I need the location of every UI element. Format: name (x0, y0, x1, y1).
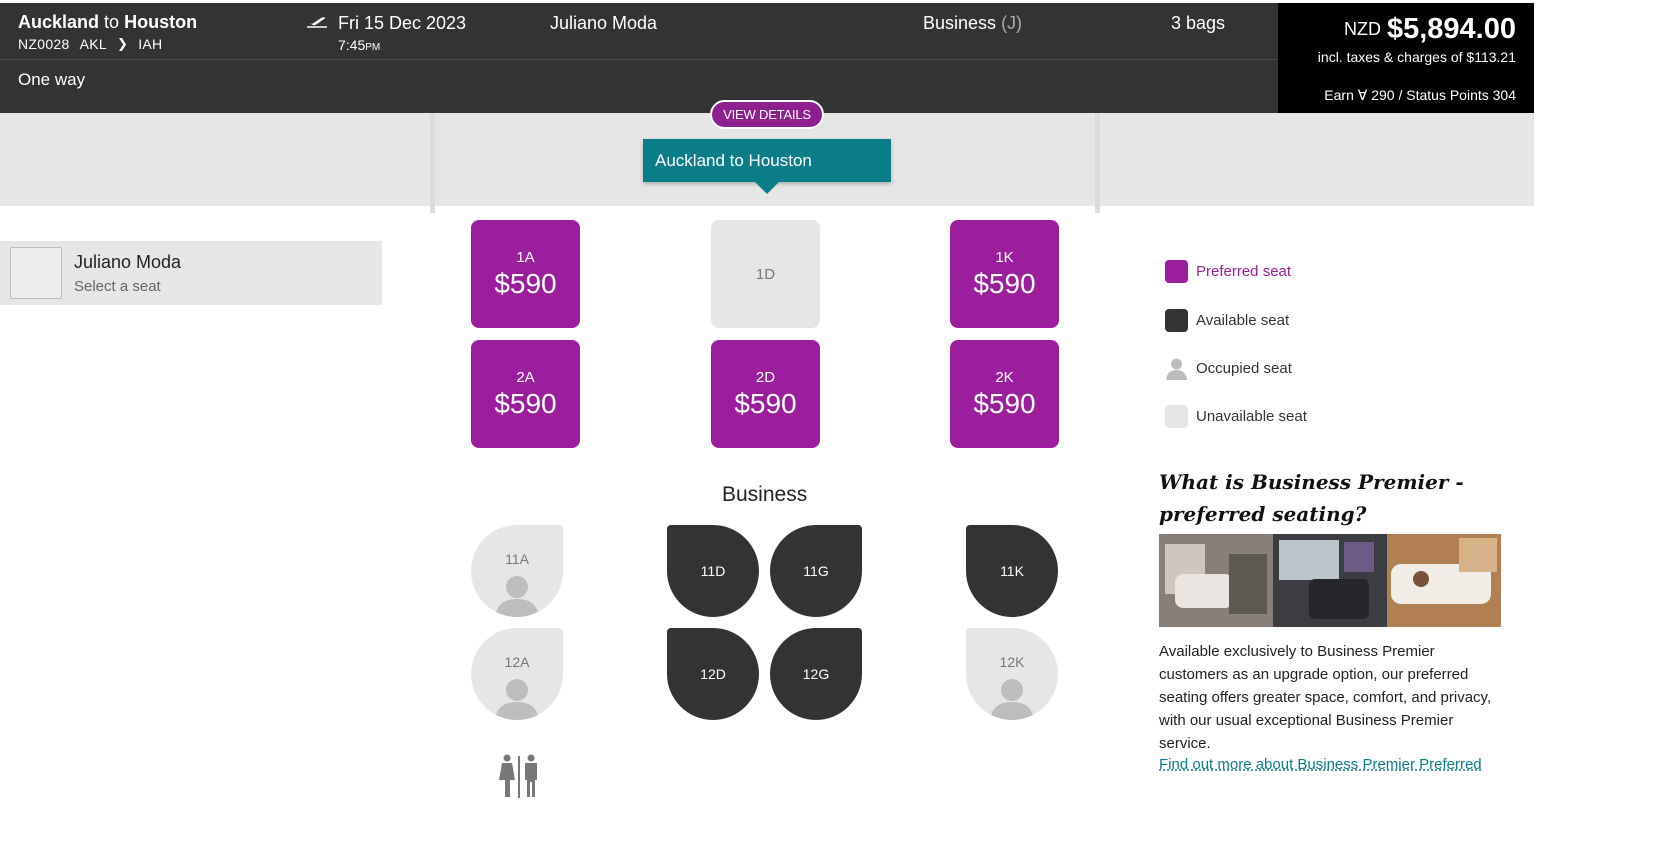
view-details-button[interactable]: VIEW DETAILS (710, 100, 824, 129)
passenger-select-row[interactable]: Juliano Moda Select a seat (0, 241, 382, 305)
route-title: Auckland to Houston (18, 12, 197, 33)
passenger-name: Juliano Moda (550, 13, 658, 33)
seat-2A[interactable]: 2A $590 (471, 340, 580, 448)
plane-departure-icon (307, 17, 327, 28)
trip-type: One way (18, 70, 86, 89)
seat-1D: 1D (711, 220, 820, 328)
passenger-row-prompt: Select a seat (74, 278, 161, 295)
route-to-word: to (104, 12, 120, 32)
person-icon (495, 679, 539, 720)
departure-time: 7:45PM (338, 37, 381, 53)
legend-unavailable-swatch (1165, 405, 1188, 428)
earn-points: Earn Ɐ 290 / Status Points 304 (1324, 87, 1516, 103)
seat-1K[interactable]: 1K $590 (950, 220, 1059, 328)
seat-11D[interactable]: 11D (667, 525, 759, 617)
flight-summary-bar: Auckland to Houston NZ0028 AKL ❯ IAH One… (0, 3, 1278, 113)
price-currency: NZD (1343, 19, 1381, 39)
price-summary: NZD $5,894.00 incl. taxes & charges of $… (1278, 3, 1534, 113)
seat-11G[interactable]: 11G (770, 525, 862, 617)
seat-11A: 11A (471, 525, 563, 617)
from-airport-code: AKL (79, 36, 107, 52)
seat-2K[interactable]: 2K $590 (950, 340, 1059, 448)
price-taxes: incl. taxes & charges of $113.21 (1317, 49, 1516, 65)
legend-preferred-swatch (1165, 260, 1188, 283)
seat-selection-page: Auckland to Houston NZ0028 AKL ❯ IAH One… (0, 0, 1661, 868)
cabin-photo (1159, 534, 1501, 627)
to-airport-code: IAH (138, 36, 163, 52)
info-body: Available exclusively to Business Premie… (1159, 643, 1492, 752)
legend-available: Available seat (1165, 309, 1289, 332)
destination-city: Houston (124, 12, 198, 32)
person-icon (495, 576, 539, 617)
cabin-wall-left (430, 113, 435, 213)
cabin-class: Business (J) (923, 13, 1023, 33)
passenger-row-name: Juliano Moda (74, 252, 182, 272)
person-icon (990, 679, 1034, 720)
info-title: What is Business Premier - preferred sea… (1159, 470, 1464, 526)
find-out-more-link[interactable]: Find out more about Business Premier Pre… (1159, 756, 1482, 773)
passenger-seat-box (10, 247, 62, 299)
legend-preferred: Preferred seat (1165, 260, 1291, 283)
seat-12G[interactable]: 12G (770, 628, 862, 720)
flight-number: NZ0028 (18, 36, 70, 52)
legend-available-swatch (1165, 309, 1188, 332)
flight-segment-tab[interactable]: Auckland to Houston (643, 139, 891, 194)
header-divider (0, 59, 1278, 60)
legend-occupied: Occupied seat (1165, 357, 1292, 380)
seat-2D[interactable]: 2D $590 (711, 340, 820, 448)
cabin-wall-right (1095, 113, 1100, 213)
seat-1A[interactable]: 1A $590 (471, 220, 580, 328)
total-price: NZD $5,894.00 (1344, 13, 1516, 46)
toilet-icon (499, 754, 537, 798)
seat-12A: 12A (471, 628, 563, 720)
occupied-person-icon (1166, 358, 1187, 380)
cabin-section-label: Business (722, 483, 808, 506)
departure-date: Fri 15 Dec 2023 (338, 13, 467, 33)
seat-12D[interactable]: 12D (667, 628, 759, 720)
price-amount: $5,894.00 (1386, 13, 1516, 45)
flight-code-line: NZ0028 AKL ❯ IAH (18, 36, 162, 52)
origin-city: Auckland (18, 12, 100, 32)
seat-12K: 12K (966, 628, 1058, 720)
legend-unavailable: Unavailable seat (1165, 405, 1307, 428)
bag-count: 3 bags (1171, 13, 1226, 33)
chevron-right-icon: ❯ (116, 36, 129, 51)
seat-11K[interactable]: 11K (966, 525, 1058, 617)
